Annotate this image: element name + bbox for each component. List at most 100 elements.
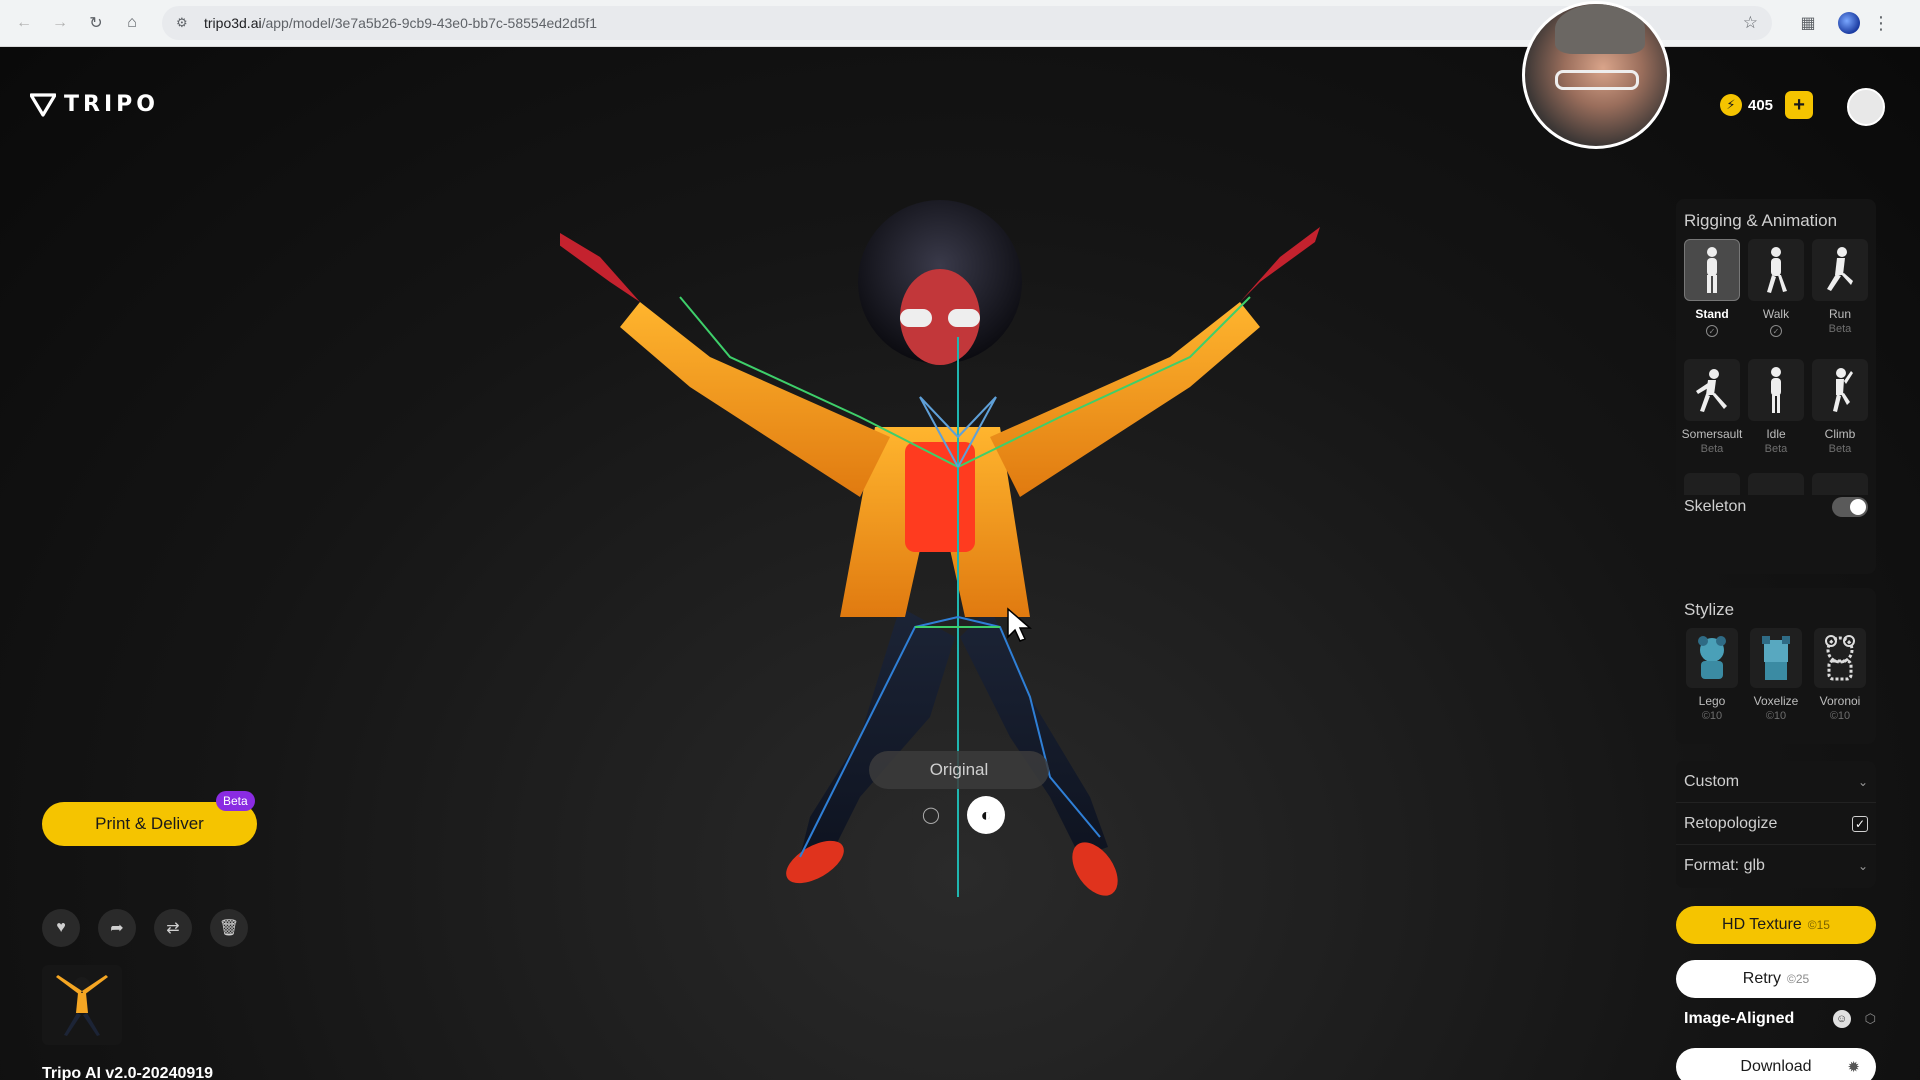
tripo-logo-icon [30,92,56,117]
image-aligned-label: Image-Aligned [1684,1010,1795,1027]
retopologize-row[interactable]: Retopologize ✓ [1676,803,1876,845]
style-voronoi[interactable]: Voronoi ©10 [1808,628,1872,722]
bookmark-star-icon[interactable]: ☆ [1743,13,1758,33]
anim-label: Somersault [1681,427,1743,441]
retry-button[interactable]: Retry ©25 [1676,960,1876,998]
lego-bear-icon [1686,628,1738,688]
style-voxelize[interactable]: Voxelize ©10 [1744,628,1808,722]
hd-texture-button[interactable]: HD Texture ©15 [1676,906,1876,944]
format-dropdown[interactable]: Format: glb ⌄ [1676,845,1876,887]
hd-texture-label: HD Texture [1722,916,1802,933]
style-lego[interactable]: Lego ©10 [1680,628,1744,722]
custom-dropdown[interactable]: Custom ⌄ [1676,761,1876,803]
add-credits-button[interactable]: + [1785,91,1814,119]
right-glove [1240,227,1320,302]
stylize-title: Stylize [1684,600,1735,619]
version-label: Tripo AI v2.0-20240919 [42,1065,214,1080]
skeleton-label: Skeleton [1684,498,1747,515]
model-viewport[interactable] [560,197,1360,957]
extensions-icon[interactable]: ▦ [1790,5,1826,41]
model-actions: ♥ ➦ ⇄ 🗑 [42,909,248,947]
home-icon[interactable]: ⌂ [114,5,150,41]
more-figure-icon [1812,473,1868,495]
somersault-figure-icon [1684,359,1740,421]
anim-label: Idle [1766,427,1786,441]
anim-idle[interactable]: Idle Beta [1744,359,1808,473]
anim-label: Walk [1762,307,1790,321]
swap-icon[interactable]: ⇄ [154,909,192,947]
anim-sub-label: Beta [1764,443,1788,455]
style-cost: ©10 [1765,710,1787,722]
wireframe-view-icon[interactable]: ◯ [912,796,950,834]
anim-label: Climb [1824,427,1856,441]
browser-menu-icon[interactable]: ⋮ [1872,13,1890,34]
rigging-title: Rigging & Animation [1684,211,1838,230]
model-thumbnail-figure [56,975,108,1036]
animation-grid-more [1676,473,1876,495]
back-icon[interactable]: ← [6,5,42,41]
reload-icon[interactable]: ↻ [78,5,114,41]
anim-sub-label: Beta [1828,443,1852,455]
stand-figure-icon [1684,239,1740,301]
more-figure-icon [1684,473,1740,495]
browser-profile-avatar[interactable] [1838,12,1860,34]
retopologize-label: Retopologize [1684,814,1778,832]
site-info-icon[interactable]: ⚙ [176,15,192,31]
right-arm [990,302,1260,497]
anim-run[interactable]: Run Beta [1808,239,1872,353]
stylize-grid: Lego ©10 Voxelize ©10 Voronoi ©10 [1676,628,1876,722]
left-arm [620,302,890,497]
right-lens [948,309,980,327]
retry-label: Retry [1742,970,1782,987]
share-icon[interactable]: ➦ [98,909,136,947]
style-cost: ©10 [1701,710,1723,722]
download-button[interactable]: Download ✹ [1676,1048,1876,1080]
retopologize-checkbox[interactable]: ✓ [1852,815,1868,832]
check-icon: ✓ [1770,325,1782,337]
left-glove [560,233,640,302]
style-label: Voronoi [1819,694,1861,708]
anim-sub-label: Beta [1828,323,1852,335]
image-aligned-row: Image-Aligned ☺ ⬡ [1684,1007,1876,1031]
export-options-panel: Custom ⌄ Retopologize ✓ Format: glb ⌄ [1676,761,1876,888]
address-bar[interactable]: ⚙ tripo3d.ai/app/model/3e7a5b26-9cb9-43e… [162,6,1772,40]
chevron-down-icon: ⌄ [1857,774,1868,789]
anim-stand[interactable]: Stand ✓ [1680,239,1744,353]
webcam-overlay [1522,1,1670,149]
image-aligned-icon[interactable]: ☺ [1832,1010,1851,1028]
chevron-down-icon: ⌄ [1857,859,1868,873]
voxel-bear-icon [1750,628,1802,688]
model-thumbnail[interactable] [42,965,122,1045]
cube-icon[interactable]: ⬡ [1865,1011,1876,1027]
retry-cost: ©25 [1787,972,1810,986]
logo-text: TRIPO [64,92,159,117]
bolt-icon: ⚡ [1720,94,1742,116]
trash-icon[interactable]: 🗑 [210,909,248,947]
more-figure-icon [1748,473,1804,495]
tripo-logo[interactable]: TRIPO [30,92,159,117]
solid-view-icon[interactable]: ◐ [967,796,1005,834]
app-canvas: TRIPO ⚡ 405 + Original ◯ ◐ Print & Deliv… [0,1,1920,1080]
anim-somersault[interactable]: Somersault Beta [1680,359,1744,473]
climb-figure-icon [1812,359,1868,421]
anim-sub-label: Beta [1700,443,1724,455]
anim-walk[interactable]: Walk ✓ [1744,239,1808,353]
heart-icon[interactable]: ♥ [42,909,80,947]
anim-climb[interactable]: Climb Beta [1808,359,1872,473]
stylize-panel: Stylize Lego ©10 Voxelize ©10 Voronoi ©1… [1676,588,1876,744]
rigging-panel: Rigging & Animation Stand ✓ Walk ✓ Run B… [1676,199,1876,574]
skeleton-toggle[interactable] [1832,497,1868,517]
download-label: Download [1740,1058,1812,1075]
user-avatar[interactable] [1847,88,1885,126]
voronoi-bear-icon [1814,628,1866,688]
mouse-cursor-icon [1007,607,1032,642]
hd-texture-cost: ©15 [1807,918,1830,932]
forward-icon[interactable]: → [42,5,78,41]
animation-grid: Stand ✓ Walk ✓ Run Beta Somersault Beta … [1676,239,1876,473]
check-icon: ✓ [1706,325,1718,337]
loading-spinner-icon: ✹ [1847,1059,1860,1076]
idle-figure-icon [1748,359,1804,421]
style-label: Lego [1698,694,1726,708]
left-lens [900,309,932,327]
view-mode-label[interactable]: Original [869,751,1049,789]
